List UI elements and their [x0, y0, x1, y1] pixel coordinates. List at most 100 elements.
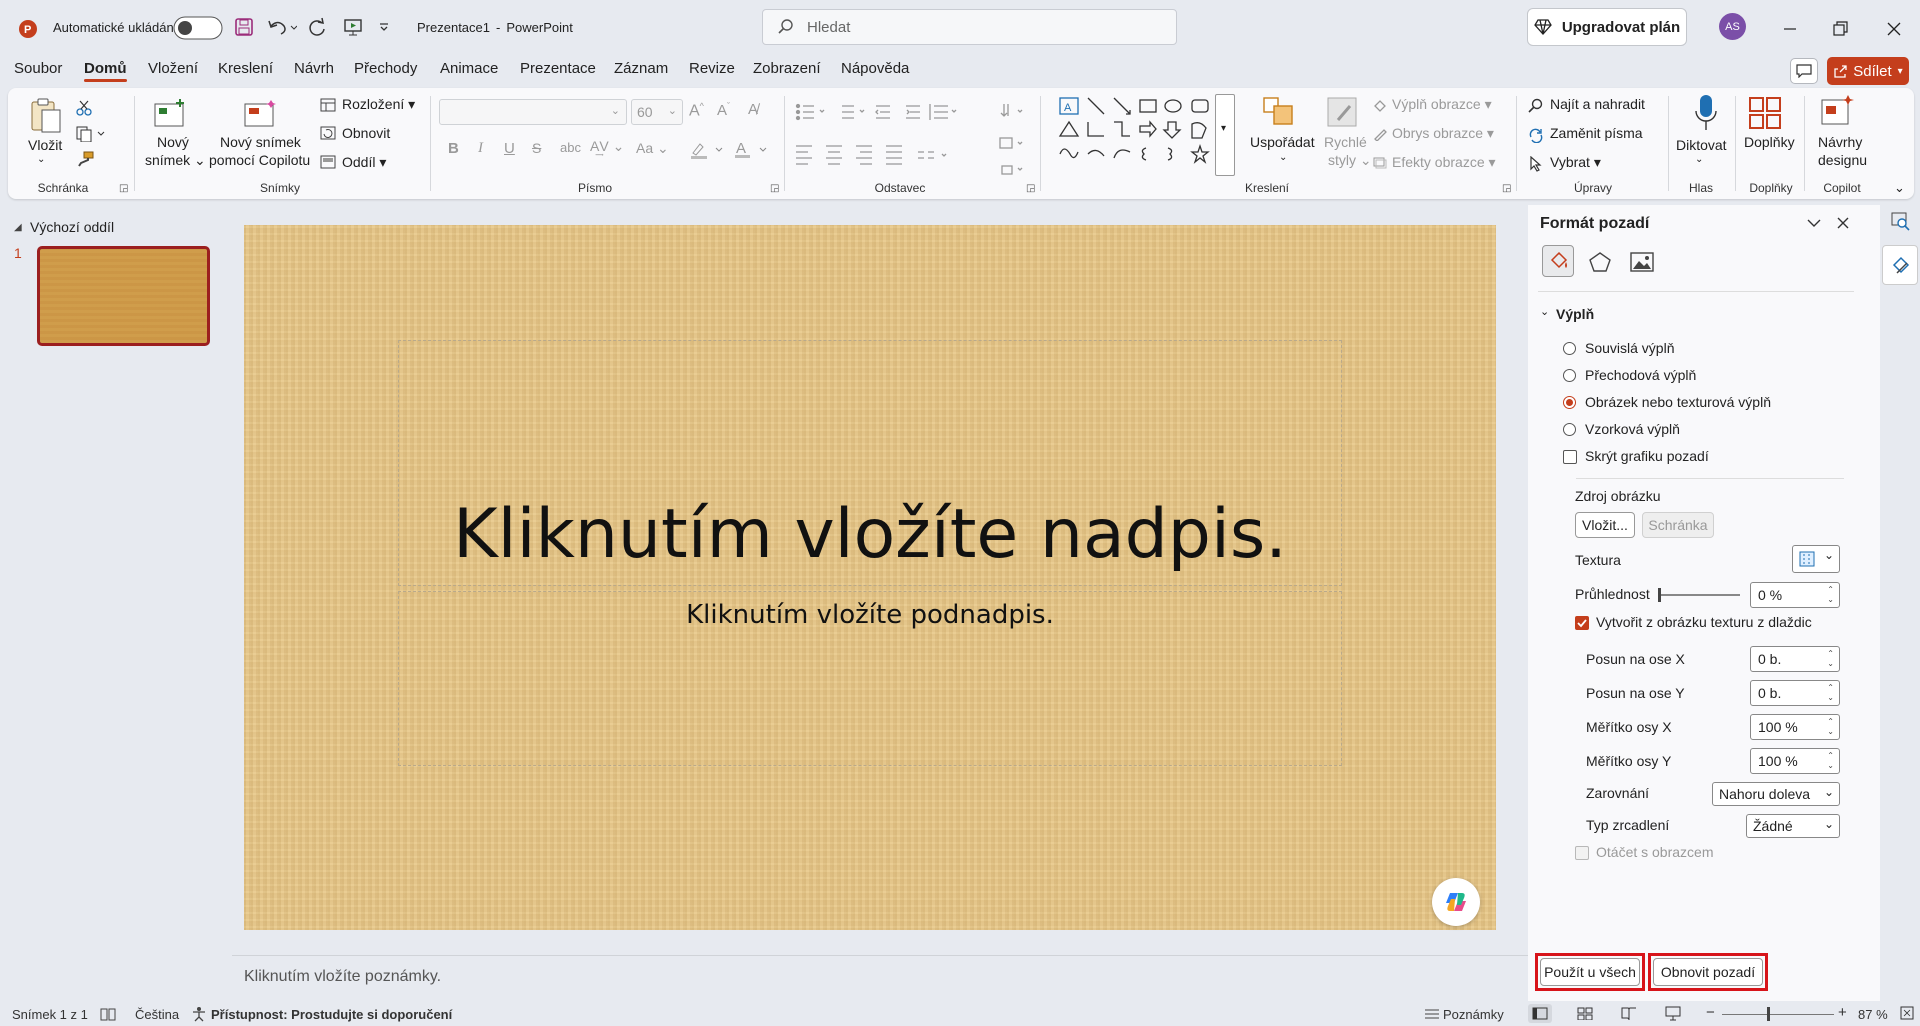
upgrade-button[interactable]: Upgradovat plán — [1527, 8, 1687, 46]
reset-label[interactable]: Obnovit — [342, 125, 390, 141]
bold-icon[interactable]: B — [448, 140, 459, 157]
language-indicator[interactable]: Čeština — [135, 1007, 179, 1022]
quick-styles-label-1[interactable]: Rychlé — [1324, 134, 1367, 150]
fit-to-window-icon[interactable] — [1900, 1006, 1914, 1020]
label-picture-fill[interactable]: Obrázek nebo texturová výplň — [1585, 394, 1771, 410]
zoom-out-icon[interactable]: − — [1706, 1004, 1715, 1021]
normal-view-button[interactable] — [1528, 1004, 1552, 1023]
notes-icon[interactable] — [1424, 1007, 1440, 1021]
transparency-slider[interactable] — [1658, 594, 1740, 596]
highlight-icon[interactable] — [690, 141, 726, 159]
apply-to-all-button[interactable]: Použít u všech — [1540, 958, 1640, 986]
format-pane-tab[interactable] — [1882, 245, 1918, 285]
texture-picker[interactable]: ⌄ — [1792, 545, 1840, 573]
comments-button[interactable] — [1790, 58, 1818, 84]
shape-outline-icon[interactable] — [1372, 127, 1388, 141]
tab-review[interactable]: Revize — [689, 60, 735, 77]
reset-icon[interactable] — [320, 126, 336, 140]
select-button[interactable]: Vybrat ▾ — [1550, 154, 1601, 171]
new-slide-label-1[interactable]: Nový — [157, 134, 189, 150]
find-icon[interactable] — [1528, 98, 1544, 114]
shapes-more-button[interactable]: ▾ — [1215, 94, 1235, 176]
section-name[interactable]: Výchozí oddíl — [30, 219, 114, 235]
label-hide-graphics[interactable]: Skrýt grafiku pozadí — [1585, 448, 1709, 464]
offset-x-input[interactable]: 0 b. ⌃ ⌄ — [1750, 646, 1840, 672]
radio-pattern-fill[interactable] — [1563, 423, 1576, 436]
offset-y-input[interactable]: 0 b. ⌃ ⌄ — [1750, 680, 1840, 706]
copilot-slide-label-2[interactable]: pomocí Copilotu — [209, 152, 310, 168]
copilot-slide-label-1[interactable]: Nový snímek — [220, 134, 301, 150]
notes-area[interactable]: Kliknutím vložíte poznámky. — [232, 955, 1528, 1001]
new-slide-icon[interactable] — [154, 98, 188, 130]
character-spacing-icon[interactable]: A͢V ⌄ — [590, 138, 624, 155]
section-icon[interactable] — [320, 155, 336, 169]
spinner-arrows-icon[interactable]: ⌃ ⌄ — [1827, 683, 1834, 703]
section-button[interactable]: Oddíl ▾ — [342, 154, 386, 171]
new-slide-label-2[interactable]: snímek ⌄ — [145, 152, 206, 169]
shape-fill-button[interactable]: Výplň obrazce ▾ — [1392, 96, 1492, 113]
slide-subtitle[interactable]: Kliknutím vložíte podnadpis. — [244, 600, 1496, 630]
label-gradient-fill[interactable]: Přechodová výplň — [1585, 367, 1696, 383]
fill-tab[interactable] — [1542, 245, 1574, 277]
font-color-icon[interactable]: A — [734, 139, 770, 159]
shape-effects-icon[interactable] — [1372, 156, 1388, 170]
replace-fonts-icon[interactable] — [1528, 127, 1544, 143]
save-icon[interactable] — [235, 14, 253, 40]
dialog-launcher-icon[interactable]: ◲ — [1502, 183, 1511, 194]
zoom-slider-thumb[interactable] — [1767, 1007, 1770, 1021]
label-solid-fill[interactable]: Souvislá výplň — [1585, 340, 1675, 356]
mirror-select[interactable]: Žádné ⌄ — [1746, 814, 1840, 838]
arrange-label[interactable]: Uspořádat — [1250, 134, 1315, 150]
tab-home[interactable]: Domů — [84, 60, 127, 82]
zoom-level[interactable]: 87 % — [1858, 1007, 1888, 1022]
restore-icon[interactable] — [1832, 16, 1848, 42]
picture-tab-image-icon[interactable] — [1630, 251, 1654, 273]
tab-help[interactable]: Nápověda — [841, 60, 909, 77]
chevron-down-icon[interactable]: ⌄ — [1279, 152, 1287, 163]
quick-styles-label-2[interactable]: styly ⌄ — [1328, 152, 1372, 169]
microphone-icon[interactable] — [1693, 94, 1719, 132]
slide-search-icon[interactable] — [1890, 211, 1910, 231]
transparency-slider-thumb[interactable] — [1658, 588, 1661, 602]
find-replace-label[interactable]: Najít a nahradit — [1550, 96, 1645, 112]
customize-toolbar-icon[interactable] — [378, 14, 390, 40]
radio-gradient-fill[interactable] — [1563, 369, 1576, 382]
share-button[interactable]: Sdílet ▾ — [1827, 57, 1909, 85]
accessibility-icon[interactable] — [191, 1006, 207, 1022]
accessibility-status[interactable]: Přístupnost: Prostudujte si doporučení — [211, 1007, 452, 1022]
chevron-down-icon[interactable]: ⌄ — [1695, 154, 1703, 165]
autosave-toggle[interactable] — [173, 15, 223, 41]
select-icon[interactable] — [1528, 156, 1544, 172]
section-collapse-icon[interactable]: ⌄ — [1540, 305, 1549, 318]
redo-icon[interactable] — [307, 14, 327, 40]
addins-icon[interactable] — [1748, 96, 1782, 130]
arrange-icon[interactable] — [1262, 96, 1296, 128]
strikethrough-icon[interactable]: S — [532, 140, 541, 156]
copy-icon[interactable] — [76, 126, 106, 142]
fill-section-header[interactable]: Výplň — [1556, 306, 1594, 322]
cut-icon[interactable] — [76, 100, 92, 116]
clear-formatting-icon[interactable]: A̸ — [748, 101, 758, 118]
addins-label[interactable]: Doplňky — [1744, 134, 1795, 150]
reset-background-button[interactable]: Obnovit pozadí — [1653, 958, 1763, 986]
minimize-icon[interactable] — [1782, 16, 1798, 42]
slideshow-icon[interactable] — [1665, 1006, 1681, 1021]
transparency-input[interactable]: 0 % ⌃ ⌄ — [1750, 582, 1840, 608]
shrink-font-icon[interactable]: Aˇ — [717, 101, 730, 119]
tab-animations[interactable]: Animace — [440, 60, 498, 77]
avatar[interactable]: AS — [1719, 13, 1746, 40]
label-pattern-fill[interactable]: Vzorková výplň — [1585, 421, 1680, 437]
radio-solid-fill[interactable] — [1563, 342, 1576, 355]
italic-icon[interactable]: I — [478, 140, 483, 157]
designer-label-1[interactable]: Návrhy — [1818, 134, 1862, 150]
close-icon[interactable] — [1886, 16, 1902, 42]
tab-draw[interactable]: Kreslení — [218, 60, 273, 77]
dictate-label[interactable]: Diktovat — [1676, 137, 1727, 153]
collapse-ribbon-icon[interactable]: ⌄ — [1894, 180, 1905, 196]
label-tile-texture[interactable]: Vytvořit z obrázku texturu z dlaždic — [1596, 614, 1812, 630]
reading-view-icon[interactable] — [1621, 1007, 1637, 1020]
font-name-select[interactable]: ⌄ — [439, 99, 627, 125]
text-shadow-icon[interactable]: abc — [560, 140, 581, 155]
chevron-down-icon[interactable]: ⌄ — [37, 154, 45, 165]
shapes-gallery[interactable]: A — [1056, 94, 1216, 176]
